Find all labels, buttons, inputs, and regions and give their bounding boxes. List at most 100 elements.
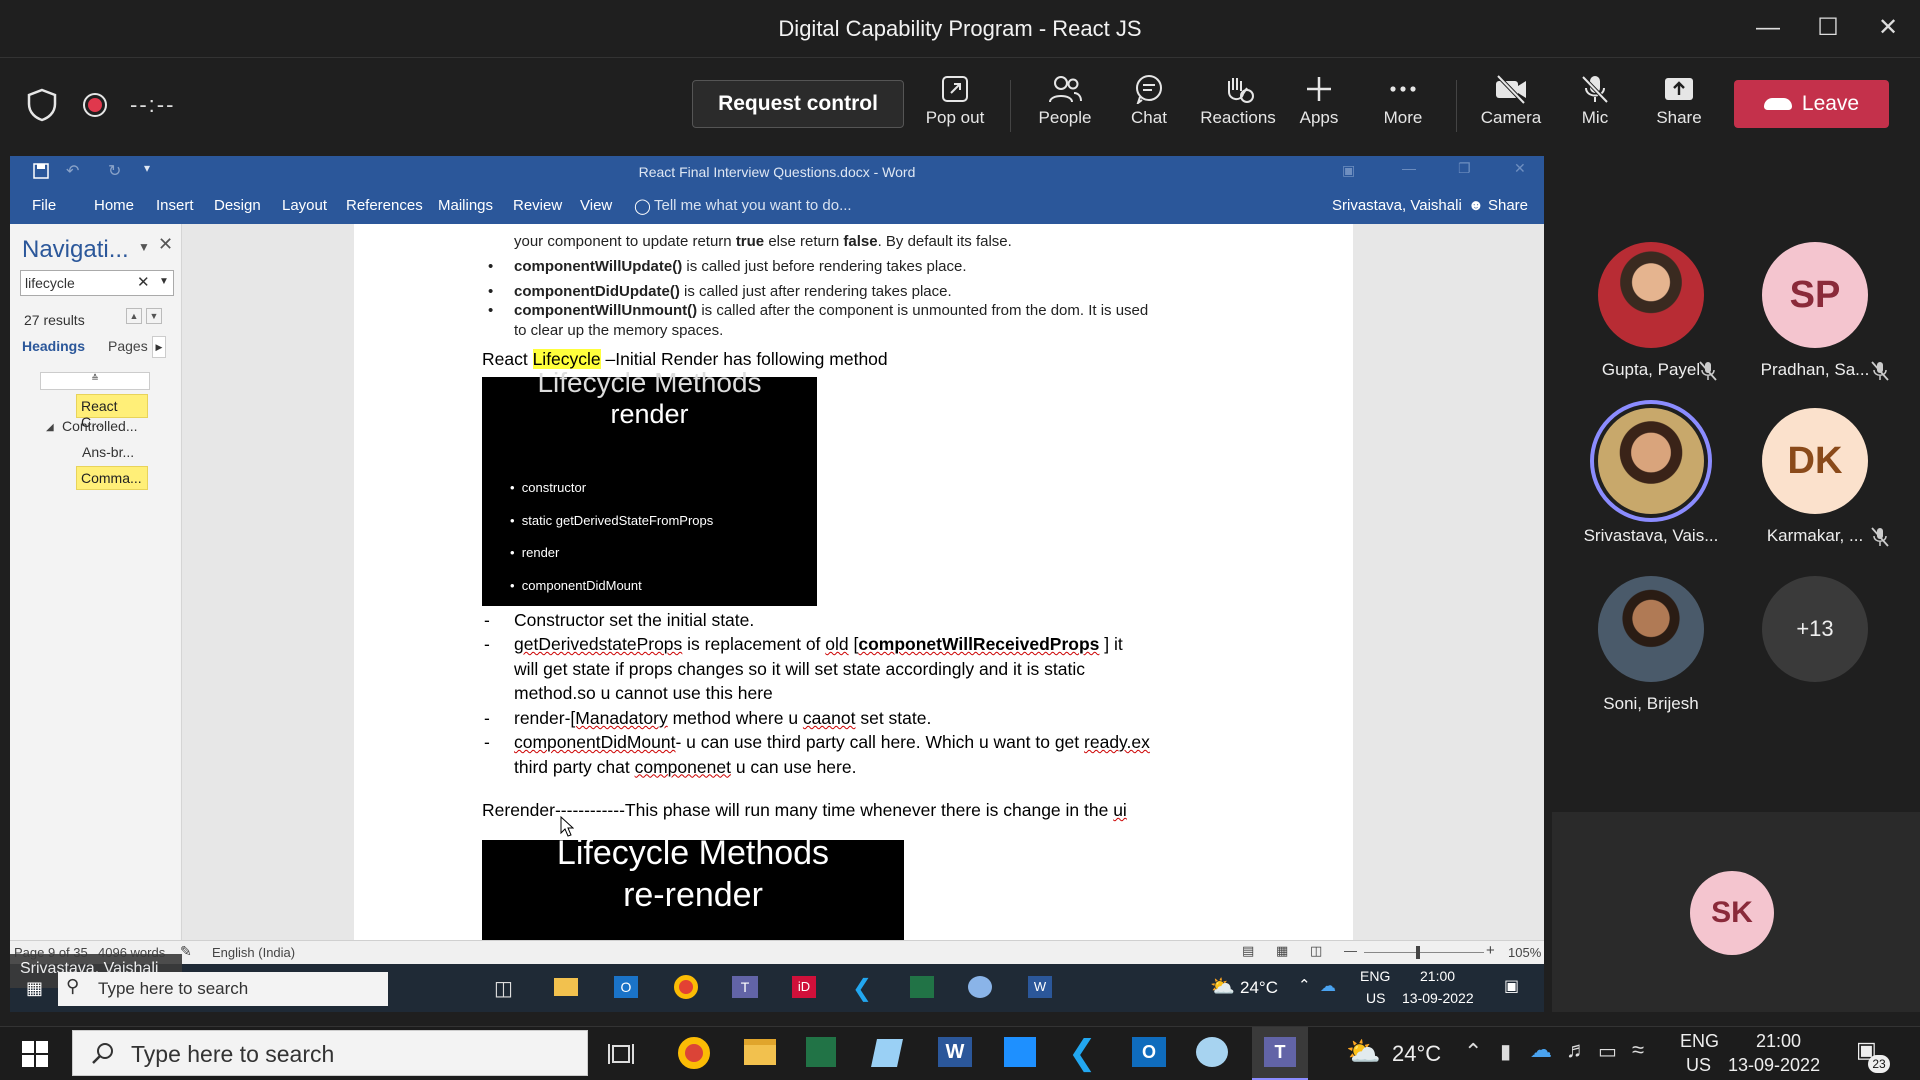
shield-icon[interactable] xyxy=(26,88,58,122)
nav-heading-item[interactable]: Controlled... xyxy=(62,418,137,434)
search-dropdown-icon[interactable]: ▼ xyxy=(159,276,169,287)
weather-temp[interactable]: 24°C xyxy=(1240,978,1278,998)
outlook-icon[interactable]: O xyxy=(614,976,638,998)
mic-button[interactable]: Mic xyxy=(1558,74,1632,140)
zoom-in-icon[interactable]: + xyxy=(1486,942,1495,959)
document-page[interactable]: your component to update return true els… xyxy=(354,224,1353,940)
excel-icon[interactable] xyxy=(910,976,934,998)
nav-heading-item[interactable]: Comma... xyxy=(76,466,148,490)
tab-pages[interactable]: Pages xyxy=(108,338,148,354)
nav-close-icon[interactable]: ✕ xyxy=(158,234,173,255)
wifi-icon[interactable]: ≈ xyxy=(1632,1037,1644,1063)
nav-scroll-right-icon[interactable]: ▶ xyxy=(152,336,166,358)
tell-me-box[interactable]: Tell me what you want to do... xyxy=(654,197,852,214)
id-app-icon[interactable]: iD xyxy=(792,976,816,998)
zoom-slider-thumb[interactable] xyxy=(1416,946,1420,959)
avatar[interactable]: SP xyxy=(1762,242,1868,348)
microphone-icon[interactable]: ▮ xyxy=(1500,1039,1511,1064)
tray-chevron-icon[interactable]: ⌃ xyxy=(1298,976,1311,994)
print-layout-icon[interactable]: ▦ xyxy=(1276,943,1288,959)
tab-design[interactable]: Design xyxy=(214,197,261,214)
web-layout-icon[interactable]: ◫ xyxy=(1310,943,1322,959)
request-control-button[interactable]: Request control xyxy=(692,80,904,128)
apps-button[interactable]: Apps xyxy=(1282,74,1356,140)
tab-headings[interactable]: Headings xyxy=(22,338,85,354)
zoom-out-icon[interactable]: — xyxy=(1344,943,1357,958)
nav-options-icon[interactable]: ▼ xyxy=(138,240,150,254)
chrome-icon[interactable] xyxy=(674,975,698,999)
chat-button[interactable]: Chat xyxy=(1112,74,1186,140)
next-result-icon[interactable]: ▼ xyxy=(146,308,162,324)
excel-icon[interactable] xyxy=(806,1037,836,1067)
word-app-icon[interactable]: W xyxy=(938,1037,972,1067)
battery-icon[interactable]: ▭ xyxy=(1598,1039,1617,1064)
expand-triangle-icon[interactable]: ◢ xyxy=(46,422,54,433)
tab-insert[interactable]: Insert xyxy=(156,197,194,214)
input-language[interactable]: ENG xyxy=(1360,968,1390,984)
leave-button[interactable]: Leave xyxy=(1734,80,1889,128)
onedrive-icon[interactable]: ☁ xyxy=(1320,976,1336,996)
outlook-icon[interactable]: O xyxy=(1132,1037,1166,1067)
zoom-slider[interactable] xyxy=(1364,952,1484,953)
clear-search-icon[interactable]: ✕ xyxy=(137,273,150,291)
teams-icon[interactable]: T xyxy=(732,976,758,998)
avatar[interactable]: DK xyxy=(1762,408,1868,514)
people-button[interactable]: People xyxy=(1028,74,1102,140)
notifications-icon[interactable]: ▣ xyxy=(1504,976,1519,996)
nav-search-input[interactable]: lifecycle ✕ ▼ xyxy=(20,270,174,296)
reactions-button[interactable]: Reactions xyxy=(1196,74,1280,140)
paint-icon[interactable] xyxy=(1196,1037,1228,1067)
nav-heading-item[interactable]: React C... xyxy=(76,394,148,430)
more-participants-badge[interactable]: +13 xyxy=(1762,576,1868,682)
nav-heading-collapse[interactable]: ≙ xyxy=(40,372,150,390)
chrome-icon[interactable] xyxy=(678,1037,710,1069)
word-close-icon[interactable]: ✕ xyxy=(1514,160,1526,177)
language[interactable]: English (India) xyxy=(212,945,295,960)
input-language[interactable]: ENG xyxy=(1680,1031,1719,1052)
avatar[interactable] xyxy=(1598,576,1704,682)
task-view-icon[interactable] xyxy=(608,1041,634,1067)
maximize-button[interactable]: ☐ xyxy=(1808,12,1848,44)
windows-start-icon[interactable] xyxy=(22,1041,48,1067)
camera-button[interactable]: Camera xyxy=(1474,74,1548,140)
task-view-icon[interactable]: ◫ xyxy=(494,976,513,1001)
tab-review[interactable]: Review xyxy=(513,197,562,214)
clock-time[interactable]: 21:00 xyxy=(1756,1031,1801,1052)
volume-icon[interactable]: ♬ xyxy=(1566,1037,1588,1063)
avatar[interactable] xyxy=(1598,242,1704,348)
paint-icon[interactable] xyxy=(968,976,992,998)
vscode-icon[interactable]: ❮ xyxy=(1068,1033,1097,1073)
tab-mailings[interactable]: Mailings xyxy=(438,197,493,214)
pop-out-button[interactable]: Pop out xyxy=(918,74,992,140)
word-app-icon[interactable]: W xyxy=(1028,976,1052,998)
zoom-level[interactable]: 105% xyxy=(1508,945,1541,960)
previous-result-icon[interactable]: ▲ xyxy=(126,308,142,324)
read-mode-icon[interactable]: ▤ xyxy=(1242,943,1254,959)
clock-time[interactable]: 21:00 xyxy=(1420,968,1455,984)
tray-chevron-icon[interactable]: ⌃ xyxy=(1464,1039,1482,1065)
self-avatar[interactable]: SK xyxy=(1690,871,1774,955)
word-share-button[interactable]: ☻ Share xyxy=(1468,197,1528,214)
windows-start-icon[interactable]: ▦ xyxy=(26,978,43,999)
shared-search-box[interactable]: ⚲ Type here to search xyxy=(58,972,388,1006)
avatar[interactable] xyxy=(1598,408,1704,514)
minimize-button[interactable]: — xyxy=(1748,12,1788,44)
tab-view[interactable]: View xyxy=(580,197,612,214)
close-button[interactable]: ✕ xyxy=(1868,12,1908,44)
more-button[interactable]: More xyxy=(1366,74,1440,140)
tab-layout[interactable]: Layout xyxy=(282,197,327,214)
photos-icon[interactable] xyxy=(1004,1037,1036,1067)
share-button[interactable]: Share xyxy=(1642,74,1716,140)
file-explorer-icon[interactable] xyxy=(554,978,578,996)
onedrive-icon[interactable]: ☁ xyxy=(1530,1037,1552,1063)
file-explorer-icon[interactable] xyxy=(744,1039,776,1065)
tab-file[interactable]: File xyxy=(32,197,56,214)
nav-heading-item[interactable]: Ans-br... xyxy=(82,444,134,460)
vscode-icon[interactable]: ❮ xyxy=(852,974,872,1003)
taskbar-search-box[interactable]: Type here to search xyxy=(72,1030,588,1076)
word-restore-icon[interactable]: ❐ xyxy=(1458,160,1471,177)
notepad-icon[interactable] xyxy=(871,1039,903,1067)
teams-taskbar-button[interactable]: T xyxy=(1252,1027,1308,1080)
weather-temp[interactable]: 24°C xyxy=(1392,1041,1441,1067)
tab-references[interactable]: References xyxy=(346,197,423,214)
